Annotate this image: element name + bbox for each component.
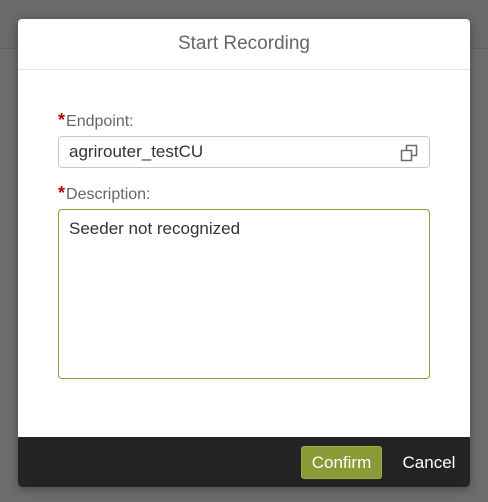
cancel-button[interactable]: Cancel — [396, 446, 462, 479]
dialog-header: Start Recording — [18, 19, 470, 70]
endpoint-label: *Endpoint: — [58, 109, 430, 131]
dialog-title: Start Recording — [177, 33, 310, 54]
copy-icon[interactable] — [399, 143, 419, 163]
dialog-footer: Confirm Cancel — [18, 437, 470, 487]
required-marker: * — [58, 183, 66, 203]
description-textarea[interactable]: Seeder not recognized — [59, 210, 429, 378]
endpoint-input[interactable] — [59, 137, 379, 167]
endpoint-field — [58, 136, 430, 168]
required-marker: * — [58, 110, 66, 130]
start-recording-dialog: Start Recording *Endpoint: *Description:… — [18, 19, 470, 487]
description-field: Seeder not recognized — [58, 209, 430, 379]
endpoint-label-text: Endpoint: — [66, 113, 134, 130]
recording-form: *Endpoint: *Description: Seeder not reco… — [58, 109, 430, 379]
description-label-text: Description: — [66, 186, 151, 203]
description-label: *Description: — [58, 182, 430, 204]
confirm-button[interactable]: Confirm — [301, 446, 382, 479]
